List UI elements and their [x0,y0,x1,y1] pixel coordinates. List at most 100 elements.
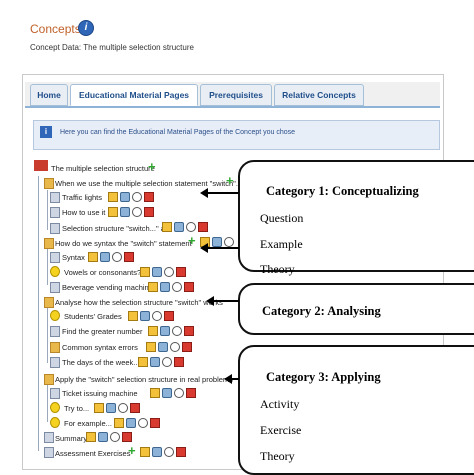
link-icon[interactable] [158,342,168,352]
edit-icon[interactable] [86,432,96,442]
arrow-line [213,300,239,302]
info-icon[interactable]: i [78,20,94,36]
link-icon[interactable] [140,311,150,321]
link-icon[interactable] [150,357,160,367]
view-icon[interactable] [110,432,120,442]
tree-item[interactable]: Common syntax errors [62,343,138,352]
tree-item[interactable]: Find the greater number [62,327,142,336]
link-icon[interactable] [120,207,130,217]
link-icon[interactable] [152,447,162,457]
view-icon[interactable] [164,447,174,457]
link-icon[interactable] [160,282,170,292]
tab-home[interactable]: Home [30,84,68,106]
tree-item[interactable]: Ticket issuing machine [62,389,138,398]
view-icon[interactable] [174,388,184,398]
edit-icon[interactable] [162,222,172,232]
lightbulb-icon [50,417,60,428]
document-icon [50,326,60,337]
arrow-line [231,378,239,380]
edit-icon[interactable] [108,207,118,217]
view-icon[interactable] [186,222,196,232]
link-icon[interactable] [212,237,222,247]
tree-item[interactable]: Traffic lights [62,193,102,202]
delete-icon[interactable] [130,403,140,413]
link-icon[interactable] [100,252,110,262]
view-icon[interactable] [164,267,174,277]
edit-icon[interactable] [128,311,138,321]
edit-icon[interactable] [94,403,104,413]
tree-item[interactable]: Try to... [64,404,89,413]
view-icon[interactable] [172,326,182,336]
tree-item[interactable]: The days of the week... [62,358,140,367]
link-icon[interactable] [152,267,162,277]
category-2-title: Category 2: Analysing [262,304,381,318]
delete-icon[interactable] [150,418,160,428]
page-title: Concepts [30,22,81,36]
edit-icon[interactable] [140,447,150,457]
edit-icon[interactable] [138,357,148,367]
edit-icon[interactable] [108,192,118,202]
tree-item[interactable]: Beverage vending machines [62,283,157,292]
edit-icon[interactable] [146,342,156,352]
link-icon[interactable] [126,418,136,428]
link-icon[interactable] [120,192,130,202]
tree-root[interactable]: The multiple selection structure [51,164,155,173]
edit-icon[interactable] [114,418,124,428]
link-icon[interactable] [106,403,116,413]
tab-relative-concepts[interactable]: Relative Concepts [274,84,364,106]
delete-icon[interactable] [176,447,186,457]
edit-icon[interactable] [148,282,158,292]
view-icon[interactable] [172,282,182,292]
view-icon[interactable] [152,311,162,321]
tree-item[interactable]: When we use the multiple selection state… [55,179,242,188]
delete-icon[interactable] [144,207,154,217]
tree-item[interactable]: Analyse how the selection structure "swi… [55,298,223,307]
link-icon[interactable] [174,222,184,232]
tree-item[interactable]: For example... [64,419,112,428]
view-icon[interactable] [118,403,128,413]
delete-icon[interactable] [176,267,186,277]
view-icon[interactable] [162,357,172,367]
delete-icon[interactable] [198,222,208,232]
tree-item[interactable]: Assessment Exercises [55,449,130,458]
add-icon[interactable]: + [188,234,196,247]
add-icon[interactable]: + [128,444,136,457]
tree-item[interactable]: Vowels or consonants? [64,268,141,277]
delete-icon[interactable] [184,282,194,292]
view-icon[interactable] [132,207,142,217]
tree-item[interactable]: Selection structure "switch..." a... [62,224,171,233]
delete-icon[interactable] [164,311,174,321]
delete-icon[interactable] [184,326,194,336]
tree-line [38,176,39,451]
view-icon[interactable] [132,192,142,202]
tab-prerequisites[interactable]: Prerequisites [200,84,272,106]
view-icon[interactable] [138,418,148,428]
tree-item[interactable]: How do we syntax the "switch" statement [55,239,192,248]
folder-icon [44,297,54,308]
delete-icon[interactable] [186,388,196,398]
delete-icon[interactable] [144,192,154,202]
link-icon[interactable] [98,432,108,442]
view-icon[interactable] [224,237,234,247]
tree-item[interactable]: Summary [55,434,87,443]
delete-icon[interactable] [124,252,134,262]
delete-icon[interactable] [174,357,184,367]
link-icon[interactable] [162,388,172,398]
view-icon[interactable] [112,252,122,262]
tree-item[interactable]: How to use it [62,208,105,217]
delete-icon[interactable] [122,432,132,442]
tree-item[interactable]: Syntax [62,253,85,262]
add-icon[interactable]: + [226,174,234,187]
action-row [138,357,186,367]
add-icon[interactable]: + [148,160,156,173]
edit-icon[interactable] [150,388,160,398]
edit-icon[interactable] [88,252,98,262]
edit-icon[interactable] [140,267,150,277]
view-icon[interactable] [170,342,180,352]
tree-item[interactable]: Apply the "switch" selection structure i… [55,375,233,384]
edit-icon[interactable] [148,326,158,336]
tab-educational-material-pages[interactable]: Educational Material Pages [70,84,198,106]
link-icon[interactable] [160,326,170,336]
delete-icon[interactable] [182,342,192,352]
tree-item[interactable]: Students' Grades [64,312,122,321]
